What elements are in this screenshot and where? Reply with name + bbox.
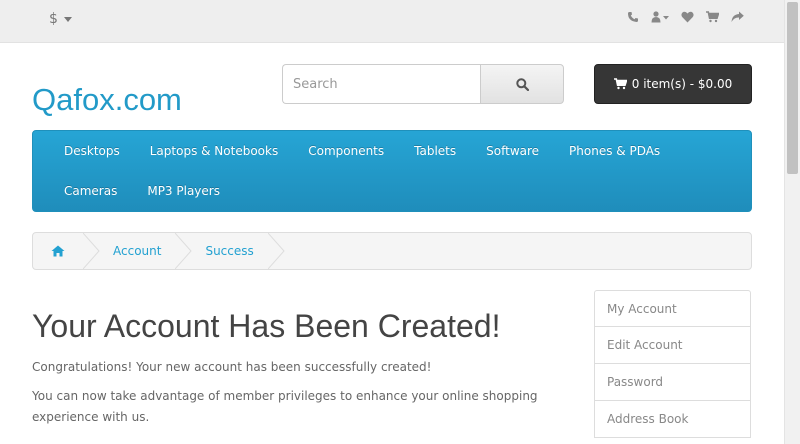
cart-icon xyxy=(613,78,627,90)
breadcrumb-separator xyxy=(267,233,285,269)
search-bar xyxy=(282,64,564,104)
search-icon xyxy=(515,77,529,91)
phone-icon[interactable] xyxy=(627,11,639,23)
menu-item-phones[interactable]: Phones & PDAs xyxy=(554,131,675,171)
success-message: Congratulations! Your new account has be… xyxy=(32,360,432,374)
menu-item-laptops[interactable]: Laptops & Notebooks xyxy=(135,131,293,171)
breadcrumb-success[interactable]: Success xyxy=(193,233,267,269)
breadcrumb-home[interactable] xyxy=(33,233,83,269)
menu-item-tablets[interactable]: Tablets xyxy=(399,131,471,171)
scrollbar[interactable] xyxy=(784,0,800,444)
breadcrumb-separator xyxy=(175,233,193,269)
sidebar-item-address-book[interactable]: Address Book xyxy=(594,401,751,438)
home-icon xyxy=(51,245,65,257)
main-menu: Desktops Laptops & Notebooks Components … xyxy=(32,130,752,212)
site-logo[interactable]: Qafox.com xyxy=(32,82,182,118)
caret-down-icon xyxy=(63,16,72,22)
page-title: Your Account Has Been Created! xyxy=(32,308,501,344)
privileges-message: You can now take advantage of member pri… xyxy=(32,389,538,424)
cart-label: 0 item(s) - $0.00 xyxy=(631,77,733,91)
currency-dropdown[interactable]: $ xyxy=(49,11,72,27)
sidebar-item-password[interactable]: Password xyxy=(594,364,751,401)
cart-icon[interactable] xyxy=(706,11,719,23)
menu-item-cameras[interactable]: Cameras xyxy=(49,171,132,211)
user-icon[interactable] xyxy=(651,11,669,23)
top-bar: $ xyxy=(0,0,784,43)
search-input[interactable] xyxy=(282,64,480,104)
currency-symbol: $ xyxy=(49,11,58,27)
top-links xyxy=(627,11,744,23)
account-sidebar: My Account Edit Account Password Address… xyxy=(594,290,751,438)
menu-item-software[interactable]: Software xyxy=(471,131,554,171)
breadcrumb: Account Success xyxy=(32,232,752,270)
breadcrumb-account[interactable]: Account xyxy=(101,233,175,269)
search-button[interactable] xyxy=(480,64,564,104)
menu-item-components[interactable]: Components xyxy=(293,131,399,171)
heart-icon[interactable] xyxy=(681,11,694,23)
menu-item-desktops[interactable]: Desktops xyxy=(49,131,135,171)
breadcrumb-separator xyxy=(83,233,100,269)
scrollbar-thumb[interactable] xyxy=(787,2,798,174)
cart-button[interactable]: 0 item(s) - $0.00 xyxy=(594,64,752,104)
menu-item-mp3[interactable]: MP3 Players xyxy=(132,171,235,211)
share-icon[interactable] xyxy=(731,11,744,23)
sidebar-item-edit-account[interactable]: Edit Account xyxy=(594,327,751,364)
sidebar-item-my-account[interactable]: My Account xyxy=(594,290,751,327)
